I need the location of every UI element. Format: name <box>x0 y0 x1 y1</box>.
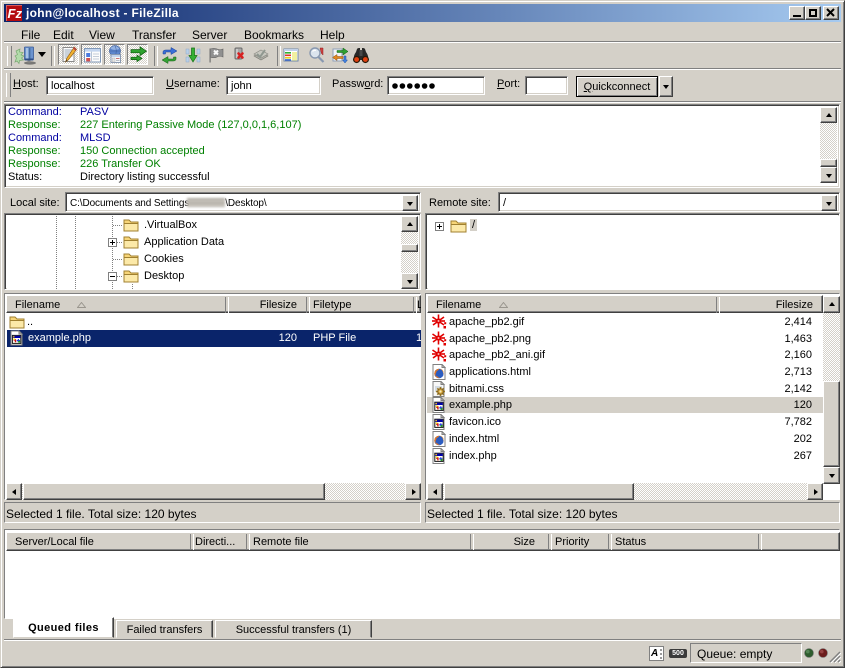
svg-text:Fz: Fz <box>8 6 23 21</box>
